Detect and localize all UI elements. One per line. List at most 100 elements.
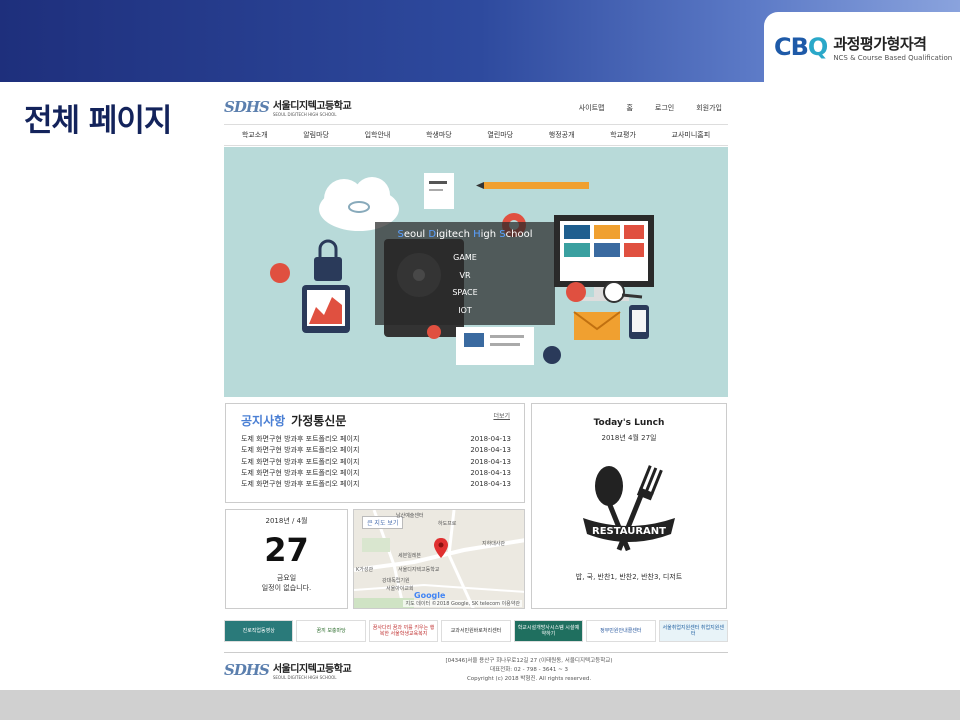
- footer-site-name-en: SEOUL DIGITECH HIGH SCHOOL: [272, 675, 337, 680]
- site-footer: SDHS 서울디지텍고등학교 SEOUL DIGITECH HIGH SCHOO…: [224, 652, 728, 686]
- google-logo: Google: [414, 591, 446, 600]
- banner-gov-callcenter[interactable]: 정부민원안내콜센터: [586, 620, 656, 642]
- banner-dream-ladder[interactable]: 꿈사다리 꿈과 끼를 키우는 행복한 서울학생교육복지: [368, 620, 439, 642]
- hero-item-iot[interactable]: IOT: [375, 302, 555, 320]
- map-panel[interactable]: 큰 지도 보기 남산예술센터 지하대사관 세븐일레븐 K가성관 서울디지텍고등학…: [353, 509, 525, 609]
- notice-tabs: 공지사항 가정통신문: [241, 412, 346, 429]
- site-name-en: SEOUL DIGITECH HIGH SCHOOL: [272, 112, 337, 117]
- site-logo[interactable]: SDHS 서울디지텍고등학교 SEOUL DIGITECH HIGH SCHOO…: [224, 97, 352, 117]
- red-dot: [566, 282, 586, 302]
- banner-job-center[interactable]: 서울취업지원센터 취업지원센터: [658, 620, 728, 642]
- slide-footer-bar: [0, 690, 960, 720]
- lunch-panel: Today's Lunch 2018년 4월 27일 RESTAURANT 밥,…: [531, 403, 727, 609]
- lock-icon: [314, 239, 342, 281]
- cbq-logo-title: 과정평가형자격: [833, 34, 927, 53]
- map-label: K가성관: [356, 567, 374, 573]
- map-label: 남산예술센터: [396, 513, 424, 519]
- util-link-sitemap[interactable]: 사이트맵: [579, 103, 605, 113]
- calendar-year-month: 2018년 / 4월: [265, 517, 308, 525]
- notice-date: 2018-04-13: [470, 457, 511, 466]
- notice-title: 도제 화면구현 방과후 포트폴리오 페이지: [241, 446, 360, 455]
- map-label: 하도프로: [438, 521, 457, 527]
- map-label: 서울디지텍고등학교: [398, 567, 440, 573]
- nav-item-admission[interactable]: 입학안내: [365, 130, 391, 140]
- notice-list: 도제 화면구현 방과후 포트폴리오 페이지 2018-04-13 도제 화면구현 …: [241, 434, 511, 490]
- notice-date: 2018-04-13: [470, 435, 511, 443]
- notice-title: 도제 화면구현 방과후 포트폴리오 페이지: [241, 435, 360, 443]
- map-label: 강대독립기원: [382, 578, 410, 584]
- list-item[interactable]: 도제 화면구현 방과후 포트폴리오 페이지 2018-04-13: [241, 479, 511, 490]
- notice-date: 2018-04-13: [470, 480, 511, 489]
- nav-item-open[interactable]: 열린마당: [487, 130, 513, 140]
- nav-item-admin[interactable]: 행정공개: [549, 130, 575, 140]
- paper-icon: [456, 327, 534, 365]
- lunch-title: Today's Lunch: [593, 418, 665, 428]
- map-label: 세븐일레븐: [398, 553, 422, 559]
- red-dot: [270, 263, 290, 283]
- nav-item-teacher-home[interactable]: 교사미니홈피: [672, 130, 711, 140]
- calendar-panel: 2018년 / 4월 27 금요일 일정이 없습니다.: [225, 509, 348, 609]
- notice-title: 도제 화면구현 방과후 포트폴리오 페이지: [241, 480, 360, 489]
- main-nav: 학교소개 알림마당 입학안내 학생마당 열린마당 행정공개 학교평가 교사미니홈…: [224, 124, 728, 146]
- hero-item-space[interactable]: SPACE: [375, 284, 555, 302]
- utility-links: 사이트맵 홈 로그인 회원가입: [579, 103, 722, 113]
- envelope-icon: [573, 311, 621, 340]
- footer-logo: SDHS 서울디지텍고등학교 SEOUL DIGITECH HIGH SCHOO…: [224, 660, 352, 680]
- nav-item-evaluation[interactable]: 학교평가: [610, 130, 636, 140]
- calendar-note: 일정이 없습니다.: [261, 584, 312, 592]
- list-item[interactable]: 도제 화면구현 방과후 포트폴리오 페이지 2018-04-13: [241, 434, 511, 445]
- document-icon: [424, 173, 454, 209]
- notice-more-link[interactable]: 더보기: [493, 411, 510, 420]
- tab-newsletter[interactable]: 가정통신문: [291, 414, 346, 428]
- notice-date: 2018-04-13: [470, 468, 511, 477]
- hero-banner: Seoul Digitech High School GAME VR SPACE…: [224, 147, 728, 397]
- banner-facility-booking[interactable]: 학교시설개방사시스템 시설예약하기: [513, 620, 584, 642]
- util-link-signup[interactable]: 회원가입: [696, 103, 722, 113]
- site-name: 서울디지텍고등학교: [272, 101, 352, 112]
- list-item[interactable]: 도제 화면구현 방과후 포트폴리오 페이지 2018-04-13: [241, 468, 511, 479]
- notice-date: 2018-04-13: [470, 446, 511, 455]
- website-mockup: SDHS 서울디지텍고등학교 SEOUL DIGITECH HIGH SCHOO…: [224, 92, 728, 688]
- util-link-home[interactable]: 홈: [626, 103, 632, 113]
- map-label: 지하대사관: [482, 541, 506, 547]
- site-header: SDHS 서울디지텍고등학교 SEOUL DIGITECH HIGH SCHOO…: [224, 92, 728, 124]
- hero-item-vr[interactable]: VR: [375, 267, 555, 285]
- tablet-chart-icon: [302, 285, 350, 333]
- banner-supplement[interactable]: 꿈끼 보충마당: [296, 620, 366, 642]
- notice-board: 공지사항 가정통신문 더보기 도제 화면구현 방과후 포트폴리오 페이지 2018-…: [225, 403, 525, 503]
- phone-icon: [629, 305, 649, 339]
- banner-row: 진로직업동영상 꿈끼 보충마당 꿈사다리 꿈과 끼를 키우는 행복한 서울학생교…: [224, 620, 728, 642]
- hero-title: Seoul Digitech High School: [397, 229, 533, 240]
- red-dot: [427, 325, 441, 339]
- navy-dot: [543, 346, 561, 364]
- list-item[interactable]: 도제 화면구현 방과후 포트폴리오 페이지 2018-04-13: [241, 445, 511, 456]
- footer-address: [04346]서울 용산구 회나무로12길 27 (이태원동, 서울디지텍고등학…: [445, 658, 613, 664]
- restaurant-icon: RESTAURANT: [583, 465, 675, 552]
- slide-title: 전체 페이지: [24, 103, 172, 139]
- restaurant-badge-text: RESTAURANT: [592, 526, 666, 537]
- banner-textbook-center[interactable]: 교과서민원바로처리센터: [441, 620, 511, 642]
- hero-caption-box: Seoul Digitech High School GAME VR SPACE…: [375, 222, 555, 325]
- footer-copyright: Copyright (c) 2018 박형진. All rights reser…: [466, 676, 592, 682]
- lunch-date: 2018년 4월 27일: [601, 434, 657, 442]
- calendar-weekday: 금요일: [276, 574, 297, 582]
- lunch-menu: 밥, 국, 반찬1, 반찬2, 반찬3, 디저트: [575, 573, 683, 581]
- map-pin-icon[interactable]: [434, 538, 448, 558]
- nav-item-notice[interactable]: 알림마당: [303, 130, 329, 140]
- util-link-login[interactable]: 로그인: [655, 103, 674, 113]
- banner-career-video[interactable]: 진로직업동영상: [224, 620, 294, 642]
- cbq-logo-subtitle: NCS & Course Based Qualification: [833, 53, 953, 62]
- map-attribution: 지도 데이터 ©2018 Google, SK telecom 이용약관: [403, 600, 522, 607]
- tab-notice[interactable]: 공지사항: [241, 414, 285, 428]
- pencil-icon: [476, 182, 589, 189]
- calendar-day: 27: [264, 531, 309, 569]
- footer-site-name: 서울디지텍고등학교: [272, 664, 352, 675]
- footer-phone: 대표전화: 02 - 798 - 3641 ~ 3: [490, 667, 568, 673]
- nav-item-students[interactable]: 학생마당: [426, 130, 452, 140]
- notice-title: 도제 화면구현 방과후 포트폴리오 페이지: [241, 468, 360, 477]
- nav-item-about[interactable]: 학교소개: [242, 130, 268, 140]
- hero-item-game[interactable]: GAME: [375, 249, 555, 267]
- site-logo-mark: SDHS: [224, 98, 270, 116]
- footer-info: [04346]서울 용산구 회나무로12길 27 (이태원동, 서울디지텍고등학…: [429, 657, 629, 684]
- list-item[interactable]: 도제 화면구현 방과후 포트폴리오 페이지 2018-04-13: [241, 457, 511, 468]
